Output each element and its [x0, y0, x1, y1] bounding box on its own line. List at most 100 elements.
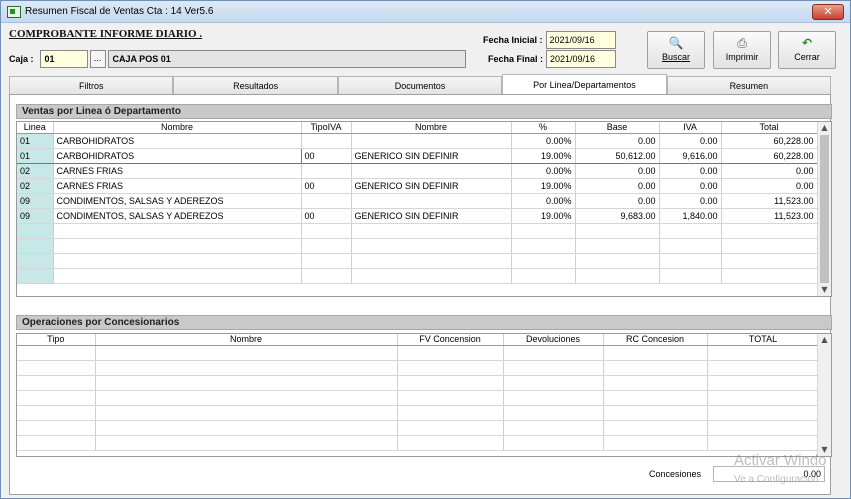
table-cell[interactable]: GENERICO SIN DEFINIR — [351, 208, 512, 224]
table-cell[interactable] — [575, 223, 660, 239]
table-cell[interactable] — [707, 420, 820, 436]
table-cell[interactable] — [721, 268, 818, 284]
table-cell[interactable] — [95, 390, 398, 406]
table-row[interactable] — [17, 268, 818, 284]
col-header[interactable]: TOTAL — [707, 334, 820, 346]
table-cell[interactable] — [301, 133, 352, 149]
table-cell[interactable] — [53, 223, 302, 239]
table-cell[interactable] — [351, 193, 512, 209]
ventas-scrollbar[interactable]: ▲ ▼ — [817, 122, 831, 296]
table-cell[interactable] — [707, 375, 820, 391]
table-cell[interactable] — [575, 238, 660, 254]
table-cell[interactable] — [95, 360, 398, 376]
col-header[interactable]: TipoIVA — [301, 122, 352, 134]
table-cell[interactable] — [511, 268, 576, 284]
tab-documentos[interactable]: Documentos — [337, 76, 503, 94]
table-cell[interactable] — [603, 420, 708, 436]
table-cell[interactable]: CONDIMENTOS, SALSAS Y ADEREZOS — [53, 208, 302, 224]
table-cell[interactable]: 0.00% — [511, 193, 576, 209]
table-cell[interactable]: 09 — [17, 193, 54, 209]
table-cell[interactable] — [603, 435, 708, 451]
table-cell[interactable] — [53, 253, 302, 269]
table-row[interactable]: 01 CARBOHIDRATOS 00 GENERICO SIN DEFINIR 19.… — [17, 147, 818, 164]
table-cell[interactable]: 0.00 — [721, 163, 818, 179]
table-cell[interactable] — [17, 238, 54, 254]
table-row[interactable] — [17, 238, 818, 254]
col-header[interactable]: Nombre — [53, 122, 302, 134]
concesionarios-grid[interactable]: Tipo Nombre FV Concension Devoluciones R… — [16, 333, 832, 457]
table-cell[interactable] — [351, 253, 512, 269]
table-cell[interactable] — [707, 435, 820, 451]
table-cell[interactable] — [17, 420, 96, 436]
scroll-up-icon[interactable]: ▲ — [818, 334, 831, 346]
table-cell[interactable] — [301, 223, 352, 239]
table-cell[interactable]: 60,228.00 — [721, 147, 818, 164]
table-cell[interactable] — [659, 253, 722, 269]
table-cell[interactable]: 0.00 — [659, 133, 722, 149]
table-cell[interactable] — [503, 375, 604, 391]
table-cell[interactable] — [397, 375, 504, 391]
table-cell[interactable]: 0.00 — [575, 178, 660, 194]
table-row[interactable]: 01 CARBOHIDRATOS 0.00% 0.00 0.00 60,228.00 — [17, 133, 818, 149]
table-cell[interactable]: CARBOHIDRATOS — [53, 133, 302, 149]
col-header[interactable]: Nombre — [95, 334, 398, 346]
title-bar[interactable]: Resumen Fiscal de Ventas Cta : 14 Ver5.6… — [1, 1, 850, 23]
table-cell[interactable] — [397, 405, 504, 421]
table-cell[interactable] — [397, 390, 504, 406]
scroll-up-icon[interactable]: ▲ — [818, 122, 831, 134]
table-cell[interactable] — [17, 375, 96, 391]
table-row[interactable] — [17, 253, 818, 269]
table-cell[interactable] — [351, 268, 512, 284]
table-cell[interactable] — [575, 268, 660, 284]
table-cell[interactable] — [603, 360, 708, 376]
table-cell[interactable]: CARNES FRIAS — [53, 178, 302, 194]
table-cell[interactable] — [17, 253, 54, 269]
table-cell[interactable]: 19.00% — [511, 178, 576, 194]
table-cell[interactable]: 60,228.00 — [721, 133, 818, 149]
table-row[interactable] — [17, 435, 820, 451]
table-cell[interactable] — [503, 360, 604, 376]
table-cell[interactable] — [351, 223, 512, 239]
table-row[interactable]: 02 CARNES FRIAS 00 GENERICO SIN DEFINIR 19.0… — [17, 178, 818, 194]
table-cell[interactable] — [53, 268, 302, 284]
table-cell[interactable] — [17, 360, 96, 376]
table-cell[interactable]: 19.00% — [511, 208, 576, 224]
table-cell[interactable] — [95, 435, 398, 451]
table-row[interactable]: 09 CONDIMENTOS, SALSAS Y ADEREZOS 00 GENERI… — [17, 208, 818, 224]
table-cell[interactable] — [95, 345, 398, 361]
table-cell[interactable] — [95, 375, 398, 391]
table-row[interactable] — [17, 420, 820, 436]
table-cell[interactable] — [503, 390, 604, 406]
imprimir-button[interactable]: ⎙ Imprimir — [713, 31, 771, 69]
table-cell[interactable] — [603, 375, 708, 391]
table-cell[interactable]: 0.00 — [575, 163, 660, 179]
col-header[interactable]: Base — [575, 122, 660, 134]
table-cell[interactable] — [95, 420, 398, 436]
table-cell[interactable] — [301, 268, 352, 284]
fecha-inicial-input[interactable]: 2021/09/16 — [545, 31, 616, 49]
table-row[interactable]: 02 CARNES FRIAS 0.00% 0.00 0.00 0.00 — [17, 163, 818, 179]
table-cell[interactable] — [511, 253, 576, 269]
col-header[interactable]: Nombre — [351, 122, 512, 134]
table-cell[interactable]: 1,840.00 — [659, 208, 722, 224]
table-cell[interactable] — [707, 390, 820, 406]
table-cell[interactable] — [301, 193, 352, 209]
table-cell[interactable]: 9,616.00 — [659, 147, 722, 164]
caja-lookup-button[interactable]: ... — [89, 50, 106, 68]
table-cell[interactable]: 0.00 — [659, 163, 722, 179]
table-row[interactable] — [17, 345, 820, 361]
table-row[interactable] — [17, 405, 820, 421]
concesionarios-scrollbar[interactable]: ▲ ▼ — [817, 334, 831, 456]
table-cell[interactable] — [17, 435, 96, 451]
table-cell[interactable] — [575, 253, 660, 269]
table-cell[interactable]: 11,523.00 — [721, 193, 818, 209]
table-cell[interactable]: CARBOHIDRATOS — [52, 147, 302, 164]
col-header[interactable]: FV Concension — [397, 334, 504, 346]
buscar-button[interactable]: 🔍 Buscar — [647, 31, 705, 69]
table-row[interactable] — [17, 223, 818, 239]
table-cell[interactable]: 01 — [17, 133, 54, 149]
scroll-thumb[interactable] — [820, 135, 829, 283]
table-cell[interactable] — [17, 223, 54, 239]
tab-por-linea[interactable]: Por Linea/Departamentos — [502, 74, 667, 94]
table-cell[interactable] — [17, 390, 96, 406]
